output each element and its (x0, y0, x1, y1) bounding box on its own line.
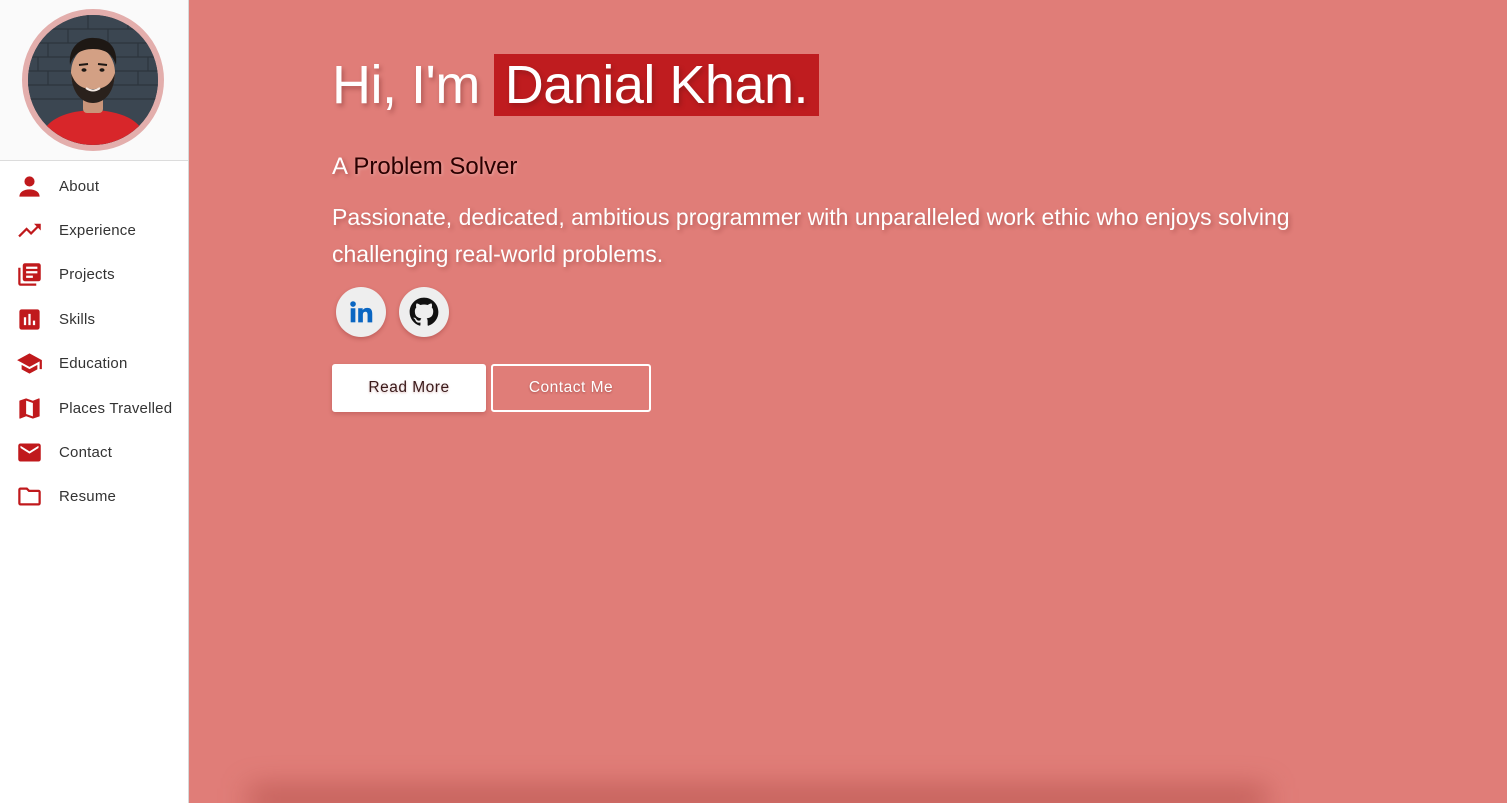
sidebar-item-label: Skills (59, 310, 96, 328)
person-icon (15, 172, 43, 200)
hero-name: Danial Khan. (493, 54, 820, 116)
library-books-icon (15, 261, 43, 289)
sidebar-item-experience[interactable]: Experience (0, 208, 188, 252)
social-links (336, 287, 449, 337)
bottom-shadow (249, 787, 1267, 803)
avatar-image (28, 15, 158, 145)
hero-tagline: A Problem Solver (332, 153, 517, 181)
github-button[interactable] (399, 287, 449, 337)
sidebar-item-label: Places Travelled (59, 399, 173, 417)
sidebar: About Experience Projects Skills Educati… (0, 0, 189, 803)
map-icon (15, 394, 43, 422)
linkedin-button[interactable] (336, 287, 386, 337)
sidebar-item-label: About (59, 177, 100, 195)
sidebar-item-label: Education (59, 355, 128, 373)
sidebar-item-about[interactable]: About (0, 164, 188, 208)
mail-icon (15, 439, 43, 467)
linkedin-icon (350, 301, 373, 323)
sidebar-item-places-travelled[interactable]: Places Travelled (0, 386, 188, 430)
sidebar-item-label: Experience (59, 222, 137, 240)
avatar-section (0, 0, 188, 161)
sidebar-item-skills[interactable]: Skills (0, 297, 188, 341)
contact-me-button[interactable]: Contact Me (491, 364, 651, 412)
tagline-accent: Problem Solver (353, 153, 518, 180)
bar-chart-icon (15, 305, 43, 333)
github-icon (409, 297, 439, 326)
graduation-cap-icon (15, 350, 43, 378)
read-more-button[interactable]: Read More (332, 364, 486, 412)
sidebar-item-projects[interactable]: Projects (0, 253, 188, 297)
sidebar-item-label: Contact (59, 444, 113, 462)
sidebar-item-contact[interactable]: Contact (0, 430, 188, 474)
sidebar-nav: About Experience Projects Skills Educati… (0, 164, 188, 519)
hero-greeting: Hi, I'm (332, 55, 480, 115)
tagline-prefix: A (332, 153, 347, 180)
hero-actions: Read More Contact Me (332, 364, 651, 412)
sidebar-item-resume[interactable]: Resume (0, 475, 188, 519)
hero-title: Hi, I'm Danial Khan. (332, 54, 820, 116)
folder-icon (15, 483, 43, 511)
sidebar-item-label: Projects (59, 266, 115, 284)
avatar (22, 9, 164, 151)
trending-up-icon (15, 217, 43, 245)
hero-section: Hi, I'm Danial Khan. A Problem Solver Pa… (189, 0, 1507, 803)
hero-description: Passionate, dedicated, ambitious program… (332, 204, 1290, 267)
sidebar-item-education[interactable]: Education (0, 342, 188, 386)
sidebar-item-label: Resume (59, 488, 117, 506)
